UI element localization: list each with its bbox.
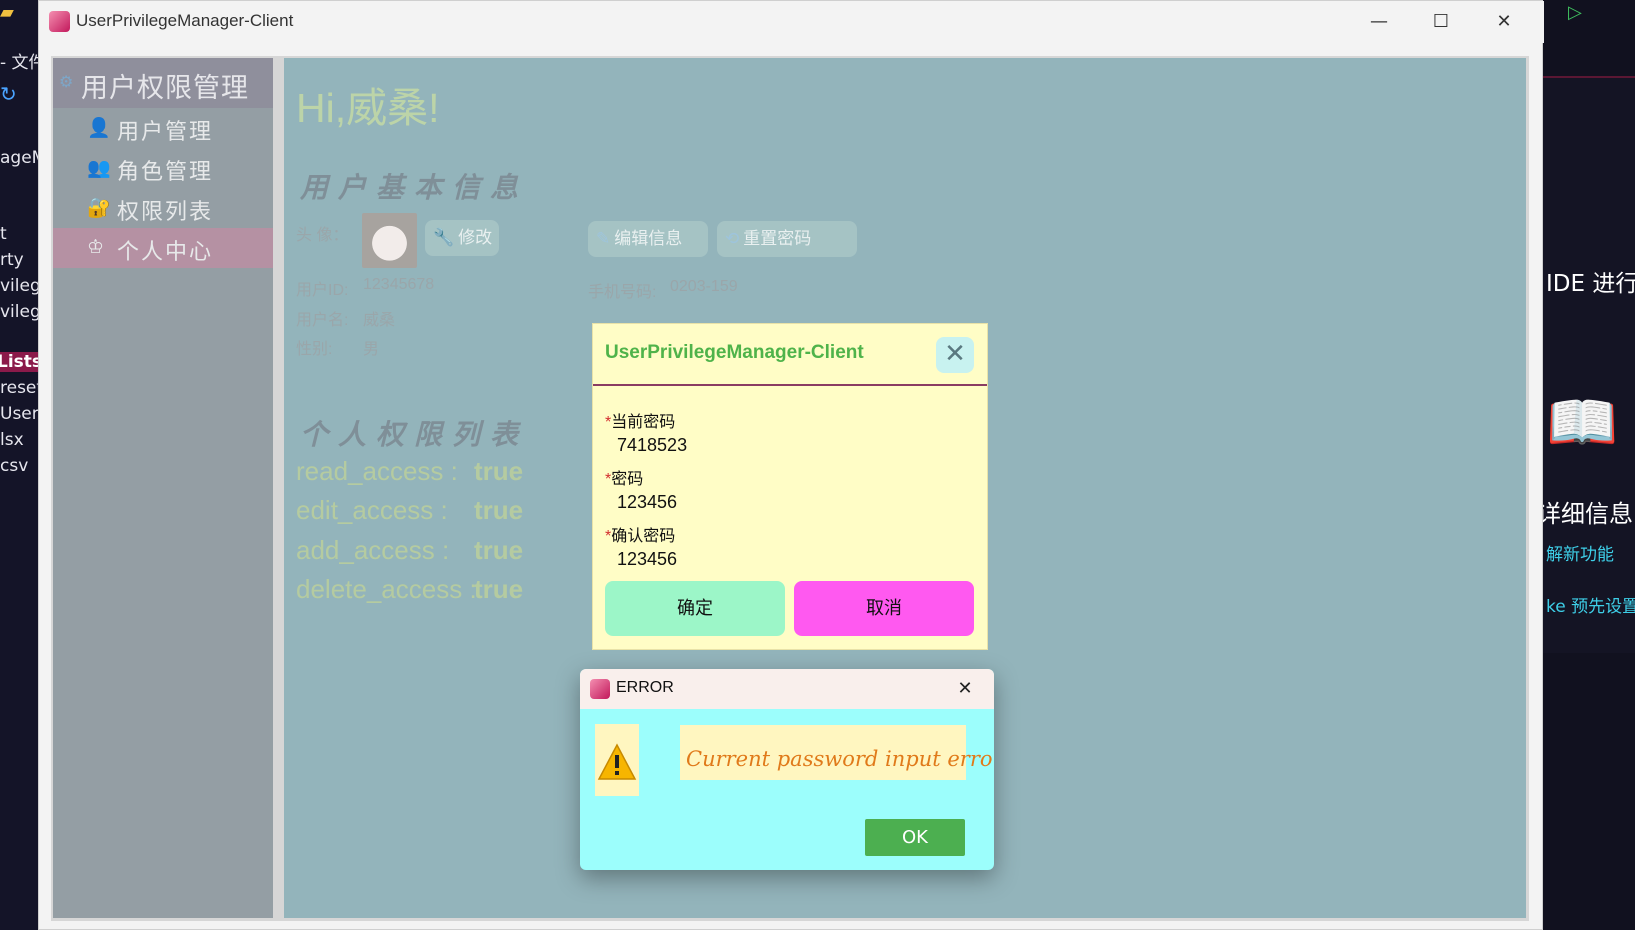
current-password-label: *当前密码 (605, 408, 675, 432)
close-button[interactable]: ✕ (1474, 1, 1534, 43)
edit-info-button[interactable]: ✎ 编辑信息 (588, 221, 708, 257)
current-password-input[interactable]: 7418523 (617, 435, 687, 456)
play-icon: ▷ (1568, 2, 1582, 23)
permission-key: add_access : (296, 535, 450, 565)
sidebar-item-personal-center[interactable]: ♔ 个人中心 (53, 228, 273, 268)
ide-link: ke 预先设置 (1546, 597, 1635, 617)
new-password-input[interactable]: 123456 (617, 492, 677, 513)
ide-line: reset (0, 378, 38, 398)
phone-value: 0203-159 (670, 278, 738, 295)
error-dialog: ERROR ✕ Current password input error ! O… (580, 669, 994, 870)
crown-icon: ♔ (87, 236, 105, 258)
reset-icon: ⟲ (725, 229, 740, 249)
sidebar: ⚙ 用户权限管理 👤 用户管理 👥 角色管理 🔐 权限列表 ♔ 个人中心 (53, 58, 273, 918)
current-password-label-text: 当前密码 (611, 414, 676, 431)
permission-value: true (474, 574, 524, 604)
user-id-value: 12345678 (363, 276, 435, 293)
sidebar-item-label: 个人中心 (117, 240, 214, 265)
confirm-password-label-text: 确认密码 (611, 528, 676, 545)
app-icon (49, 11, 70, 32)
basic-info-title: 用户基本信息 (300, 171, 529, 204)
ide-line: csv (0, 456, 29, 476)
ide-line: 详细信息 (1543, 500, 1633, 528)
user-id-label: 用户ID: (296, 282, 349, 299)
error-message-box: Current password input error ! (680, 725, 994, 780)
permissions-title: 个人权限列表 (300, 418, 529, 451)
window-title: UserPrivilegeManager-Client (76, 11, 294, 30)
error-close-icon[interactable]: ✕ (950, 675, 980, 703)
sidebar-item-label: 角色管理 (117, 160, 214, 185)
dialog-title: UserPrivilegeManager-Client (605, 342, 864, 363)
sidebar-item-role-management[interactable]: 👥 角色管理 (53, 148, 273, 188)
error-ok-button[interactable]: OK (865, 819, 965, 856)
ide-line: rty (0, 250, 24, 270)
ide-line: ageM (0, 148, 38, 168)
ide-line-highlight: Lists. (0, 352, 38, 372)
dialog-header: UserPrivilegeManager-Client ✕ (593, 324, 987, 386)
new-password-label: *密码 (605, 465, 643, 489)
ide-start-panel: IDE 进行 📖 详细信息 解新功能 ke 预先设置 (1543, 76, 1635, 653)
user-settings-icon: ⚙ (59, 72, 74, 91)
permission-key: edit_access : (296, 495, 448, 525)
ide-line: - 文件 (0, 53, 38, 73)
folder-icon: ▰ (0, 2, 14, 23)
background-ide-left: ▰ - 文件 ↻ ageM t rty vilege vilege Lists.… (0, 0, 38, 930)
sidebar-item-user-management[interactable]: 👤 用户管理 (53, 108, 273, 148)
book-icon: 📖 (1546, 388, 1619, 456)
user-lock-icon: 🔐 (87, 197, 111, 219)
ide-line: lsx (0, 430, 24, 450)
reset-password-label: 重置密码 (743, 229, 812, 249)
avatar-label: 头 像： (296, 227, 349, 244)
edit-icon: ✎ (596, 229, 611, 249)
title-bar: UserPrivilegeManager-Client — ☐ ✕ (39, 1, 1544, 43)
sidebar-item-label: 用户管理 (117, 120, 214, 145)
edit-info-label: 编辑信息 (614, 229, 683, 249)
permission-value: true (474, 535, 524, 565)
error-dialog-header: ERROR ✕ (580, 669, 994, 709)
minimize-button[interactable]: — (1349, 1, 1409, 43)
permission-value: true (474, 495, 524, 525)
sidebar-item-label: 权限列表 (117, 200, 214, 225)
confirm-button[interactable]: 确定 (605, 581, 785, 636)
app-icon (590, 679, 610, 699)
ide-line: IDE 进行 (1546, 271, 1635, 297)
username-label: 用户名: (296, 312, 349, 329)
modify-avatar-button[interactable]: 🔧 修改 (425, 220, 499, 256)
gender-value: 男 (363, 341, 380, 358)
wrench-icon: 🔧 (433, 228, 455, 248)
ide-line: vilege (0, 276, 38, 296)
ide-line: vilege (0, 302, 38, 322)
warning-icon-box (595, 724, 639, 796)
error-message: Current password input error ! (686, 747, 994, 771)
permission-value: true (474, 456, 524, 486)
maximize-button[interactable]: ☐ (1411, 1, 1471, 43)
phone-label: 手机号码: (588, 284, 657, 301)
cancel-button[interactable]: 取消 (794, 581, 974, 636)
permission-key: read_access : (296, 456, 458, 486)
sidebar-title: 用户权限管理 (81, 73, 249, 104)
refresh-icon: ↻ (0, 82, 17, 106)
sidebar-item-permission-list[interactable]: 🔐 权限列表 (53, 188, 273, 228)
user-icon: 👤 (87, 117, 111, 139)
ide-line: UserP (0, 404, 38, 424)
ide-line: t (0, 224, 7, 244)
background-ide-right: ▷ IDE 进行 📖 详细信息 解新功能 ke 预先设置 (1543, 0, 1635, 930)
change-password-dialog: UserPrivilegeManager-Client ✕ *当前密码 7418… (593, 324, 987, 649)
permission-key: delete_access : (296, 574, 477, 604)
dialog-close-icon[interactable]: ✕ (936, 337, 974, 373)
users-icon: 👥 (87, 157, 111, 179)
confirm-password-label: *确认密码 (605, 522, 675, 546)
gender-label: 性别: (296, 341, 333, 358)
new-password-label-text: 密码 (611, 471, 644, 488)
avatar (362, 213, 417, 268)
ide-link: 解新功能 (1546, 545, 1614, 565)
warning-icon (597, 743, 637, 780)
reset-password-button[interactable]: ⟲ 重置密码 (717, 221, 857, 257)
error-dialog-title: ERROR (616, 679, 674, 696)
sidebar-header: ⚙ 用户权限管理 (53, 58, 273, 108)
modify-button-label: 修改 (458, 228, 493, 248)
confirm-password-input[interactable]: 123456 (617, 549, 677, 570)
greeting: Hi,威桑! (296, 85, 440, 131)
username-value: 威桑 (363, 312, 396, 329)
